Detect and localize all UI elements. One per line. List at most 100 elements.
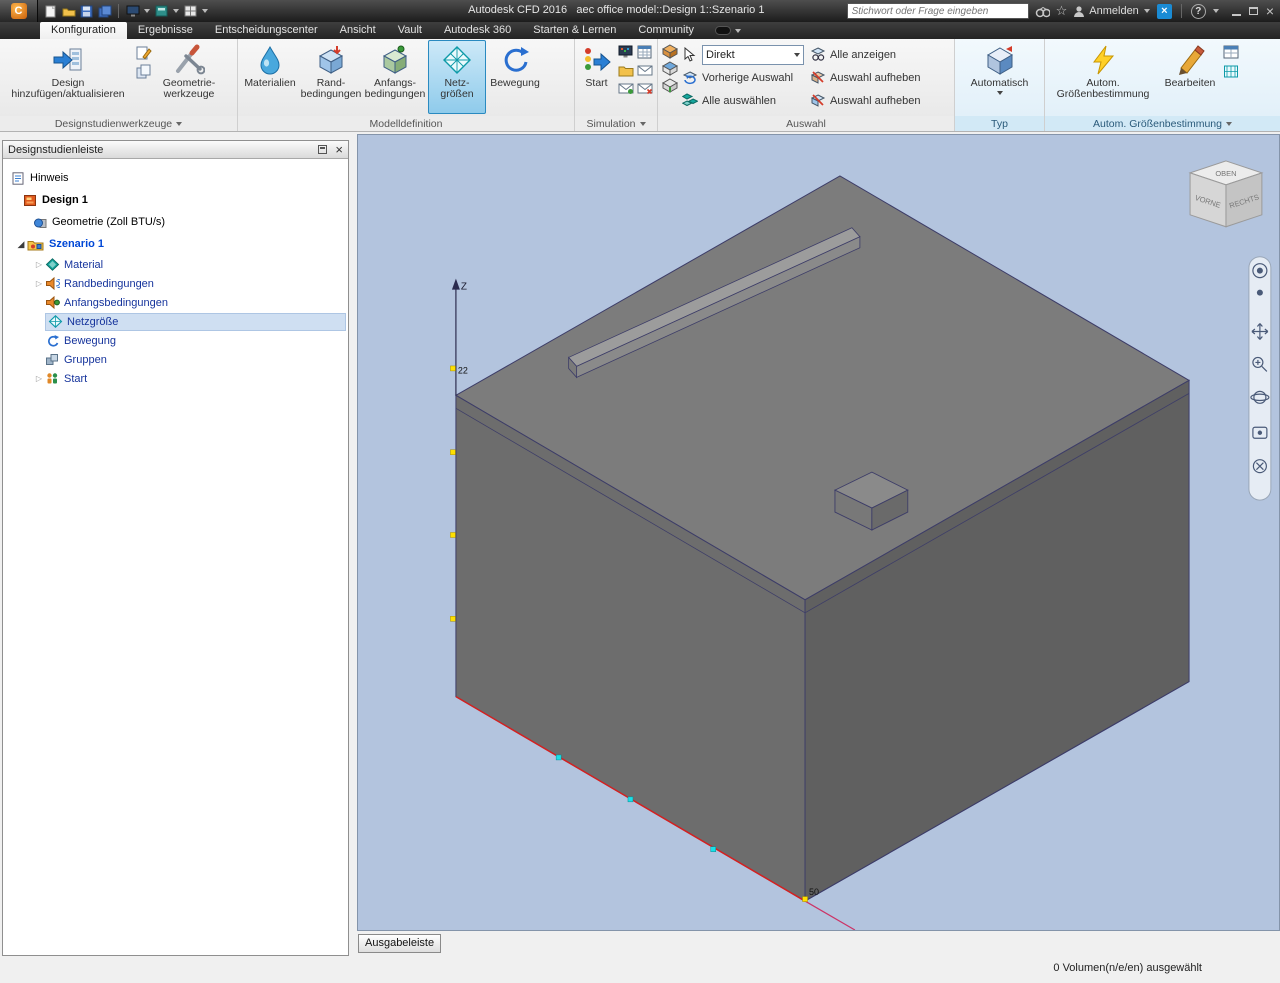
layout-grid-icon[interactable] xyxy=(183,4,198,18)
auto-sizing-button[interactable]: Autom. Größenbestimmung xyxy=(1047,40,1159,114)
transfer-display-icon[interactable] xyxy=(125,4,140,18)
grouplabel-simulation[interactable]: Simulation xyxy=(575,116,658,131)
tree-item-randbedingungen[interactable]: ▷ Randbedingungen xyxy=(3,274,348,293)
tree-item-bewegung[interactable]: Bewegung xyxy=(3,331,348,350)
tree-item-design1[interactable]: Design 1 xyxy=(3,189,348,211)
dropdown-caret-icon[interactable] xyxy=(144,9,150,13)
deselect-button-1[interactable]: Auswahl aufheben xyxy=(810,67,921,88)
viewport-canvas[interactable]: Z 22 50 OBEN VORNE RECHTS xyxy=(358,135,1279,930)
close-button[interactable]: × xyxy=(1266,4,1274,18)
restore-button[interactable] xyxy=(1248,7,1258,15)
grouplabel-designstudienwerkzeuge[interactable]: Designstudienwerkzeuge xyxy=(0,116,238,131)
mesh-sizes-button[interactable]: Netz-größen xyxy=(428,40,486,114)
collapsed-arrow-icon[interactable]: ▷ xyxy=(33,260,45,269)
selection-mode-dropdown[interactable]: Direkt xyxy=(702,44,804,65)
sign-in-label: Anmelden xyxy=(1089,5,1139,17)
type-automatic-button[interactable]: Automatisch xyxy=(958,40,1042,114)
group-simulation: Start xyxy=(575,39,658,116)
new-file-icon[interactable] xyxy=(43,4,58,18)
sizing-table-icon[interactable] xyxy=(1223,45,1239,60)
grouplabel-autom-groessenbestimmung[interactable]: Autom. Größenbestimmung xyxy=(1045,116,1280,131)
help-caret-icon[interactable] xyxy=(1212,9,1219,13)
view-cube[interactable]: OBEN VORNE RECHTS xyxy=(1188,160,1264,228)
design-study-title: Designstudienleiste xyxy=(8,143,104,156)
tree-item-start[interactable]: ▷ Start xyxy=(3,369,348,388)
refinement-region-icon[interactable] xyxy=(1223,64,1239,79)
minimize-button[interactable] xyxy=(1231,7,1241,16)
open-file-icon[interactable] xyxy=(61,4,76,18)
toolbar-separator xyxy=(118,4,119,18)
panel-close-icon[interactable]: × xyxy=(335,143,343,156)
motion-button[interactable]: Bewegung xyxy=(486,40,544,114)
tab-ansicht[interactable]: Ansicht xyxy=(329,22,387,39)
motion-icon xyxy=(499,44,531,76)
initial-conditions-button[interactable]: Anfangs-bedingungen xyxy=(362,40,428,114)
search-binoculars-icon[interactable] xyxy=(1035,4,1050,18)
output-bar-button[interactable]: Ausgabeleiste xyxy=(358,934,442,953)
model-box[interactable] xyxy=(454,175,1191,930)
tab-community[interactable]: Community xyxy=(627,22,705,39)
tree-item-anfangsbedingungen[interactable]: Anfangsbedingungen xyxy=(3,293,348,312)
lightning-icon xyxy=(1087,44,1119,76)
start-button[interactable]: Start xyxy=(577,40,616,114)
tree-item-gruppen[interactable]: Gruppen xyxy=(3,350,348,369)
select-volume-icon[interactable] xyxy=(662,44,678,59)
show-all-button[interactable]: Alle anzeigen xyxy=(810,44,921,65)
add-design-button[interactable]: Design hinzufügen/aktualisieren xyxy=(2,40,134,114)
view-tools-icon[interactable] xyxy=(154,4,169,18)
solver-folder-icon[interactable] xyxy=(618,63,634,78)
geometry-tools-button[interactable]: Geometrie-werkzeuge xyxy=(154,40,224,114)
previous-selection-button[interactable]: Vorherige Auswahl xyxy=(682,67,806,88)
save-all-icon[interactable] xyxy=(97,4,112,18)
show-all-icon xyxy=(810,47,826,62)
dropdown-caret-icon[interactable] xyxy=(202,9,208,13)
tree-item-hinweis[interactable]: Hinweis xyxy=(3,167,348,189)
solution-monitor-icon[interactable] xyxy=(618,45,634,60)
tab-starten-lernen[interactable]: Starten & Lernen xyxy=(522,22,627,39)
exchange-apps-icon[interactable]: × xyxy=(1156,3,1172,19)
tab-vault[interactable]: Vault xyxy=(387,22,433,39)
select-all-button[interactable]: Alle auswählen xyxy=(682,90,806,111)
tree-item-szenario1[interactable]: ◢ Szenario 1 xyxy=(3,233,348,255)
viewport[interactable]: Z 22 50 OBEN VORNE RECHTS xyxy=(357,134,1280,931)
material-icon xyxy=(45,258,60,271)
help-button[interactable]: ? xyxy=(1190,3,1206,19)
grouplabel-auswahl: Auswahl xyxy=(658,116,955,131)
select-edge-icon[interactable] xyxy=(662,78,678,93)
panel-pin-icon[interactable] xyxy=(318,145,328,154)
email-send-icon[interactable] xyxy=(618,81,634,96)
collapsed-arrow-icon[interactable]: ▷ xyxy=(33,374,45,383)
tab-konfiguration[interactable]: Konfiguration xyxy=(40,22,127,39)
group-autom-groessenbestimmung: Autom. Größenbestimmung Bearbeiten xyxy=(1045,39,1280,116)
select-surface-icon[interactable] xyxy=(662,61,678,76)
search-input[interactable] xyxy=(847,4,1028,18)
tree-item-netzgroesse[interactable]: Netzgröße xyxy=(3,312,348,331)
solver-table-icon[interactable] xyxy=(637,45,653,60)
ribbon-tab-bar: Konfiguration Ergebnisse Entscheidungsce… xyxy=(0,22,1280,39)
dropdown-caret-icon[interactable] xyxy=(173,9,179,13)
search-box[interactable] xyxy=(846,3,1029,19)
rename-design-icon[interactable] xyxy=(136,45,152,60)
tab-autodesk360[interactable]: Autodesk 360 xyxy=(433,22,522,39)
titlebar-right-cluster: ☆ Anmelden × ? × xyxy=(846,0,1278,22)
application-menu-button[interactable]: C xyxy=(0,0,38,22)
tab-ergebnisse[interactable]: Ergebnisse xyxy=(127,22,204,39)
email-stop-icon[interactable] xyxy=(637,81,653,96)
materials-button[interactable]: Materialien xyxy=(240,40,300,114)
save-icon[interactable] xyxy=(79,4,94,18)
edit-button[interactable]: Bearbeiten xyxy=(1159,40,1221,114)
a360-cloud-menu[interactable] xyxy=(715,22,742,39)
tree-item-geometrie[interactable]: Geometrie (Zoll BTU/s) xyxy=(3,211,348,233)
tree-item-material[interactable]: ▷ Material xyxy=(3,255,348,274)
tab-entscheidungscenter[interactable]: Entscheidungscenter xyxy=(204,22,329,39)
full-navigation-icon[interactable] xyxy=(1256,289,1263,296)
clone-design-icon[interactable] xyxy=(136,64,152,79)
favorites-star-icon[interactable]: ☆ xyxy=(1056,3,1068,19)
expanded-arrow-icon[interactable]: ◢ xyxy=(15,239,27,250)
boundary-conditions-button[interactable]: Rand-bedingungen xyxy=(300,40,362,114)
cloud-caret-icon xyxy=(735,28,742,33)
email-notify-icon[interactable] xyxy=(637,63,653,78)
sign-in-control[interactable]: Anmelden xyxy=(1073,5,1151,17)
deselect-button-2[interactable]: Auswahl aufheben xyxy=(810,90,921,111)
collapsed-arrow-icon[interactable]: ▷ xyxy=(33,279,45,288)
